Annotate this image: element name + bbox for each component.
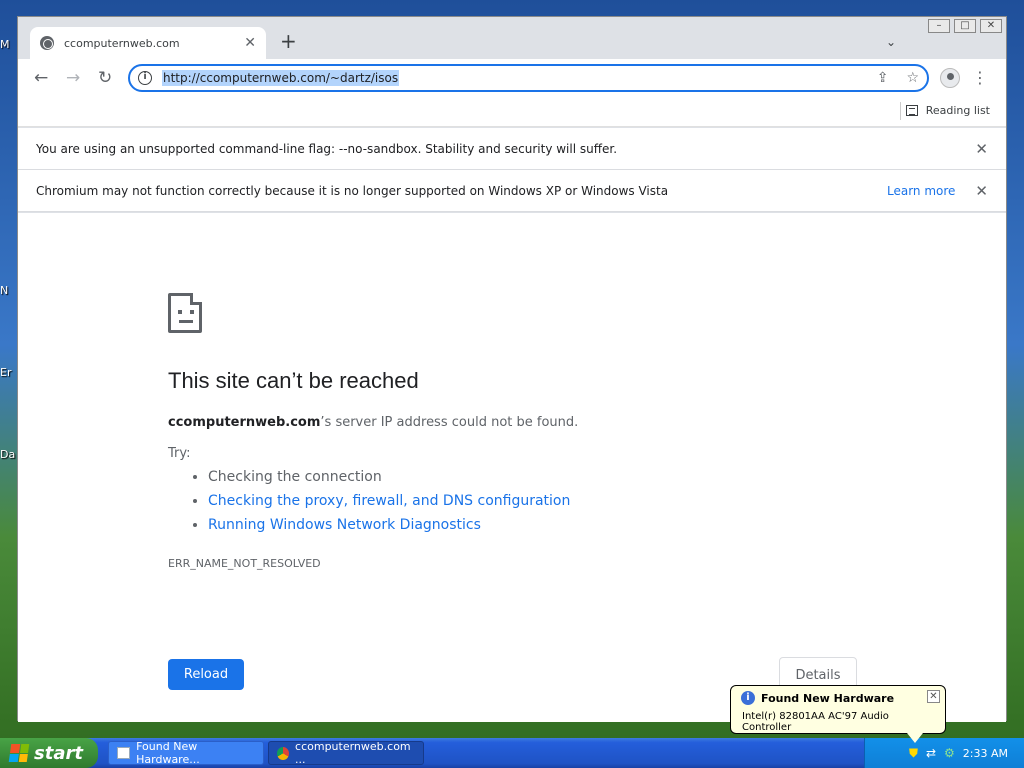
suggestion-item: Checking the connection bbox=[208, 469, 570, 493]
balloon-message: Intel(r) 82801AA AC'97 Audio Controller bbox=[742, 711, 889, 733]
url-text[interactable]: http://ccomputernweb.com/~dartz/isos bbox=[162, 70, 400, 86]
taskbar-item-browser[interactable]: ccomputernweb.com ... bbox=[268, 740, 424, 766]
menu-icon[interactable]: ⋮ bbox=[972, 68, 988, 87]
address-bar[interactable]: i http://ccomputernweb.com/~dartz/isos ⇪… bbox=[128, 64, 929, 92]
chromium-icon bbox=[277, 746, 290, 760]
tab-search-button[interactable]: ⌄ bbox=[886, 35, 896, 49]
system-tray: ⛊ ⇄ ⚙ 2:33 AM bbox=[864, 738, 1024, 768]
try-label: Try: bbox=[168, 446, 191, 461]
browser-window: – □ ✕ ccomputernweb.com ✕ + ⌄ ← → ↻ i ht… bbox=[17, 16, 1007, 722]
hardware-icon[interactable]: ⚙ bbox=[944, 746, 955, 760]
learn-more-link[interactable]: Learn more bbox=[887, 184, 955, 198]
browser-tab[interactable]: ccomputernweb.com ✕ bbox=[30, 27, 266, 59]
site-info-icon[interactable]: i bbox=[138, 71, 152, 85]
balloon-title: Found New Hardware bbox=[761, 691, 895, 705]
info-icon: i bbox=[741, 691, 755, 705]
clock[interactable]: 2:33 AM bbox=[963, 747, 1008, 760]
reload-button[interactable]: Reload bbox=[168, 659, 244, 690]
reading-list-button[interactable]: Reading list bbox=[905, 104, 990, 117]
infobar-sandbox: You are using an unsupported command-lin… bbox=[18, 128, 1006, 170]
notification-balloon[interactable]: i Found New Hardware Intel(r) 82801AA AC… bbox=[730, 685, 946, 743]
error-desc-text: ’s server IP address could not be found. bbox=[320, 415, 579, 430]
desktop-icon-label[interactable]: N bbox=[0, 284, 8, 297]
share-icon[interactable]: ⇪ bbox=[877, 70, 889, 86]
bookmark-bar: Reading list bbox=[18, 97, 1006, 127]
reading-list-icon bbox=[905, 105, 918, 116]
suggestions-list: Checking the connection Checking the pro… bbox=[190, 469, 570, 541]
tab-title: ccomputernweb.com bbox=[64, 36, 180, 50]
globe-icon bbox=[40, 36, 54, 50]
bookmark-star-icon[interactable]: ☆ bbox=[906, 70, 919, 86]
error-title: This site can’t be reached bbox=[168, 368, 419, 393]
taskbar: start Found New Hardware... ccomputernwe… bbox=[0, 738, 1024, 768]
error-page: This site can’t be reached ccomputernweb… bbox=[18, 213, 1006, 722]
toolbar: ← → ↻ i http://ccomputernweb.com/~dartz/… bbox=[18, 59, 1006, 97]
start-label: start bbox=[34, 742, 83, 764]
forward-button[interactable]: → bbox=[66, 68, 80, 88]
network-icon[interactable]: ⇄ bbox=[926, 746, 936, 760]
reading-list-label: Reading list bbox=[925, 104, 990, 117]
profile-avatar[interactable] bbox=[940, 68, 960, 88]
shield-icon[interactable]: ⛊ bbox=[909, 746, 918, 761]
infobar-message: You are using an unsupported command-lin… bbox=[36, 141, 618, 156]
infobar-message: Chromium may not function correctly beca… bbox=[36, 183, 669, 198]
close-infobar-icon[interactable]: ✕ bbox=[975, 182, 988, 200]
taskbar-item-hardware[interactable]: Found New Hardware... bbox=[108, 740, 264, 766]
suggestion-link-diagnostics[interactable]: Running Windows Network Diagnostics bbox=[208, 517, 570, 541]
desktop-icon-label[interactable]: Er bbox=[0, 366, 11, 379]
start-button[interactable]: start bbox=[0, 738, 98, 768]
infobar-unsupported: Chromium may not function correctly beca… bbox=[18, 170, 1006, 212]
close-tab-icon[interactable]: ✕ bbox=[244, 35, 256, 51]
close-balloon-icon[interactable]: ✕ bbox=[927, 690, 940, 703]
error-description: ccomputernweb.com’s server IP address co… bbox=[168, 415, 578, 430]
divider bbox=[900, 102, 901, 120]
new-tab-button[interactable]: + bbox=[280, 31, 297, 51]
windows-flag-icon bbox=[8, 744, 30, 762]
desktop-icon-label[interactable]: M bbox=[0, 38, 10, 51]
window-icon bbox=[117, 747, 131, 759]
back-button[interactable]: ← bbox=[34, 68, 48, 88]
error-code: ERR_NAME_NOT_RESOLVED bbox=[168, 557, 321, 570]
error-host: ccomputernweb.com bbox=[168, 415, 321, 430]
reload-button[interactable]: ↻ bbox=[98, 68, 112, 88]
suggestion-link-proxy[interactable]: Checking the proxy, firewall, and DNS co… bbox=[208, 493, 570, 517]
close-infobar-icon[interactable]: ✕ bbox=[975, 140, 988, 158]
sad-document-icon bbox=[168, 293, 202, 333]
desktop-icon-label[interactable]: Da bbox=[0, 448, 15, 461]
tab-strip: ccomputernweb.com ✕ + ⌄ bbox=[18, 17, 1006, 59]
